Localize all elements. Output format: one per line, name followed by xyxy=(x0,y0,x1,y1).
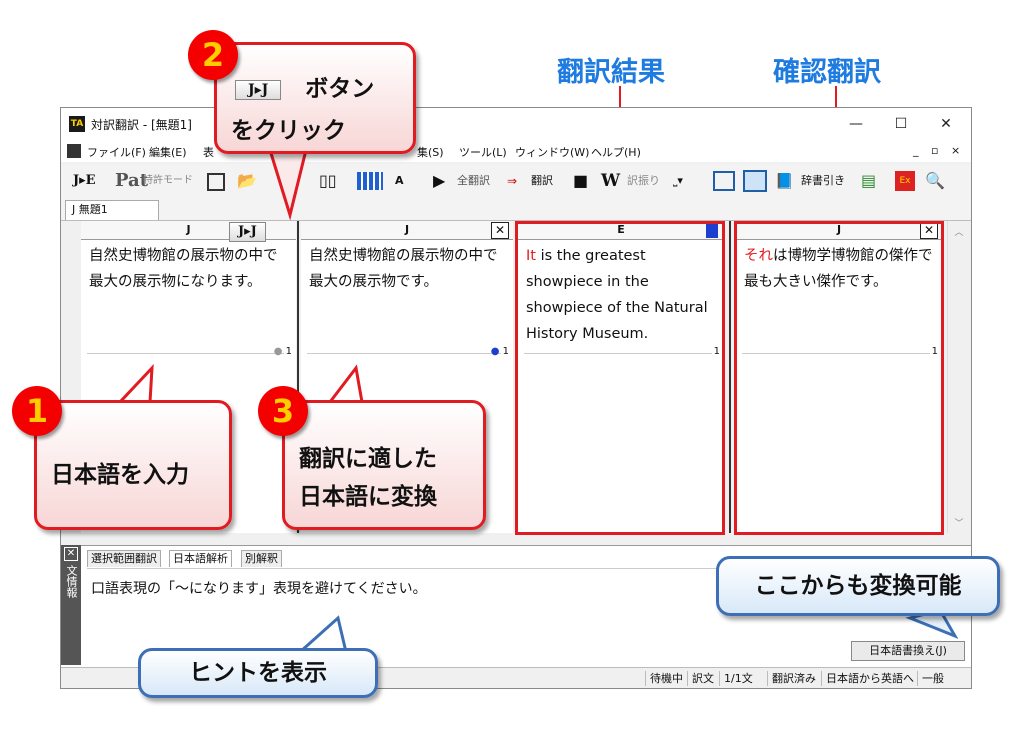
je-direction-button[interactable]: J▸E xyxy=(73,170,96,192)
tab-selection-translate[interactable]: 選択範囲翻訳 xyxy=(87,550,161,567)
step-1-badge: 1 xyxy=(12,386,62,436)
tab-alternative[interactable]: 別解釈 xyxy=(241,550,282,567)
patent-mode-label: 特許モード xyxy=(143,175,193,186)
close-info-icon[interactable]: ✕ xyxy=(64,547,78,561)
pane-language-label: J xyxy=(404,223,410,236)
split-horizontal-icon[interactable] xyxy=(743,170,767,192)
sentence-number: ● 1 xyxy=(273,346,292,357)
search-icon[interactable]: 🔍 xyxy=(925,170,945,192)
menu-bar: ファイル(F) 編集(E) 表 集(S) ツール(L) ウィンドウ(W) ヘルプ… xyxy=(61,140,971,162)
ex-icon[interactable]: Ex xyxy=(895,171,915,191)
hint-text: 口語表現の「～になります」表現を避けてください。 xyxy=(91,581,427,597)
layout-icon[interactable]: ▯▯ xyxy=(319,170,337,192)
translate-arrow-icon: ⇒ xyxy=(507,174,518,188)
pane-language-label: J xyxy=(186,223,191,236)
japanese-rewrite-button[interactable]: 日本語書換え(J) xyxy=(851,641,965,661)
info-sidebar: ✕ 文情報 xyxy=(61,545,81,665)
minimize-button[interactable]: — xyxy=(836,112,876,136)
menu-help[interactable]: ヘルプ(H) xyxy=(591,144,641,160)
word-icon[interactable]: W xyxy=(601,170,620,192)
status-translated: 翻訳済み xyxy=(767,671,816,686)
window-title: 対訳翻訳 - [無題1] xyxy=(91,118,192,132)
separator xyxy=(87,353,284,354)
split-vertical-icon[interactable] xyxy=(713,171,735,191)
mdi-minimize-icon[interactable]: _ xyxy=(913,144,919,157)
document-tab[interactable]: J 無題1 xyxy=(65,200,159,220)
callout-input-japanese: 日本語を入力 xyxy=(34,400,232,530)
callout-text: 日本語を入力 xyxy=(51,462,189,488)
status-target: 訳文 xyxy=(687,671,714,686)
status-field: 一般 xyxy=(917,671,944,686)
doc-icon xyxy=(67,144,81,158)
maximize-button[interactable]: ☐ xyxy=(881,112,921,136)
vertical-scrollbar[interactable]: ︿ ﹀ xyxy=(947,221,970,533)
new-document-icon[interactable] xyxy=(207,173,225,191)
space-icon[interactable]: ⎵▾ xyxy=(673,170,683,192)
word-translate-button[interactable]: 訳振り xyxy=(627,170,660,192)
document-tab-row: J 無題1 xyxy=(61,198,971,221)
menu-window[interactable]: ウィンドウ(W) xyxy=(515,144,589,160)
stop-button[interactable]: ■ xyxy=(573,170,588,192)
heading-translation-result: 翻訳結果 xyxy=(557,57,665,88)
heading-confirm-translation: 確認翻訳 xyxy=(773,57,881,88)
font-icon[interactable]: A xyxy=(395,170,404,192)
step-2-badge: 2 xyxy=(188,30,238,80)
jj-button-label: J▸J xyxy=(229,221,266,242)
callout-line: J▸J ボタン xyxy=(235,69,374,103)
translation-highlight xyxy=(515,221,725,535)
pane-header: J xyxy=(301,221,513,240)
all-translate-button[interactable]: 全翻訳 xyxy=(457,170,490,192)
status-sentence-count: 1/1文 xyxy=(719,671,753,686)
menu-sentence-edit[interactable]: 集(S) xyxy=(417,144,444,160)
toolbar: J▸E Pat 特許モード 📂 ▯▯ A ▶ 全翻訳 ⇒ 翻訳 ■ W 訳振り … xyxy=(61,164,971,198)
jj-button-image: J▸J xyxy=(235,79,282,100)
callout-convert-here: ここからも変換可能 xyxy=(716,556,1000,616)
columns-icon[interactable] xyxy=(357,172,383,190)
play-icon[interactable]: ▶ xyxy=(433,170,445,192)
open-folder-icon[interactable]: 📂 xyxy=(237,170,257,192)
status-idle: 待機中 xyxy=(645,671,683,686)
info-sidebar-label: 文情報 xyxy=(65,565,78,598)
source-text[interactable]: 自然史博物館の展示物の中で最大の展示物になります。 xyxy=(89,243,290,295)
pane-close-button[interactable]: ✕ xyxy=(491,222,509,239)
menu-file[interactable]: ファイル(F) xyxy=(87,144,146,160)
callout-show-hint: ヒントを表示 xyxy=(138,648,378,698)
app-logo-icon: TA xyxy=(69,116,85,132)
separator xyxy=(307,353,501,354)
notebook-icon[interactable]: ▤ xyxy=(861,170,876,192)
close-button[interactable]: ✕ xyxy=(926,112,966,136)
back-translation-highlight xyxy=(734,221,944,535)
status-direction: 日本語から英語へ xyxy=(821,671,914,686)
menu-display[interactable]: 表 xyxy=(203,144,214,160)
rewritten-text[interactable]: 自然史博物館の展示物の中で最大の展示物です。 xyxy=(309,243,507,295)
pane-divider[interactable] xyxy=(729,221,731,533)
translate-button[interactable]: 翻訳 xyxy=(531,170,553,192)
callout-text: 翻訳に適した xyxy=(299,446,437,472)
menu-tools[interactable]: ツール(L) xyxy=(459,144,507,160)
step-3-badge: 3 xyxy=(258,386,308,436)
tab-japanese-analysis[interactable]: 日本語解析 xyxy=(169,550,232,567)
title-bar: TA 対訳翻訳 - [無題1] — ☐ ✕ xyxy=(61,108,971,140)
mdi-close-icon[interactable]: × xyxy=(951,144,960,157)
callout-click-button: J▸J ボタン をクリック xyxy=(214,42,416,154)
mdi-restore-icon[interactable]: ▫ xyxy=(931,144,938,157)
menu-edit[interactable]: 編集(E) xyxy=(149,144,187,160)
sentence-number: ● 1 xyxy=(490,346,509,357)
callout-text: をクリック xyxy=(231,118,346,144)
dictionary-icon[interactable]: 📘 xyxy=(775,170,794,192)
callout-convert-japanese: 翻訳に適した 日本語に変換 xyxy=(282,400,486,530)
dictionary-lookup-button[interactable]: 辞書引き xyxy=(801,170,845,192)
jj-button-in-pane[interactable]: J▸J xyxy=(229,221,266,242)
callout-text: 日本語に変換 xyxy=(299,484,437,510)
